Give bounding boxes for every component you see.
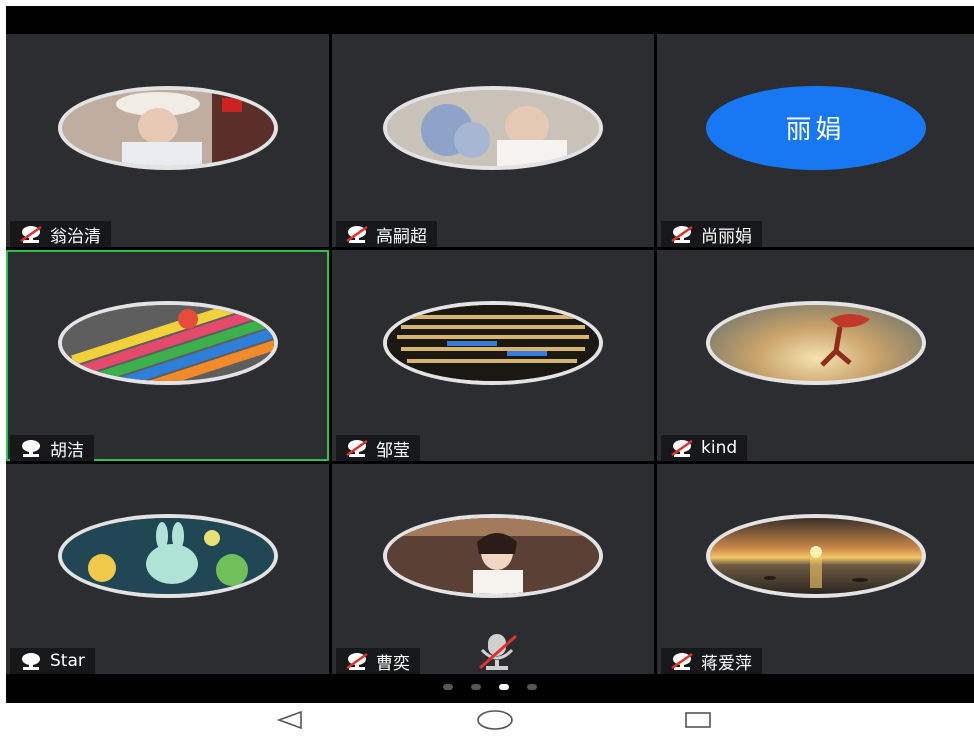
muted-mic-icon	[344, 224, 370, 244]
participant-name: Star	[50, 651, 85, 671]
participant-tile[interactable]: 丽娟 尚丽娟	[657, 34, 974, 247]
home-button[interactable]	[475, 709, 515, 731]
participant-name: 邹莹	[376, 440, 410, 461]
circle-home-icon	[477, 710, 513, 730]
participant-avatar	[57, 514, 278, 599]
pagination-bar	[6, 674, 974, 703]
square-recents-icon	[685, 712, 711, 728]
muted-mic-icon	[669, 438, 695, 458]
triangle-back-icon	[276, 710, 302, 730]
participant-avatar	[705, 300, 926, 385]
participant-name: 蒋爱萍	[701, 653, 752, 674]
mute-toggle-button[interactable]	[474, 632, 520, 672]
participant-tile[interactable]: 高嗣超	[332, 34, 654, 247]
mic-icon	[18, 438, 44, 458]
participant-label: 翁治清	[10, 221, 111, 247]
page-dot-current[interactable]	[499, 684, 509, 690]
recents-button[interactable]	[678, 709, 718, 731]
muted-mic-icon	[479, 634, 517, 670]
participant-tile[interactable]: Star	[6, 464, 329, 674]
muted-mic-icon	[18, 224, 44, 244]
participant-tile-active-speaker[interactable]: 胡洁	[6, 250, 329, 461]
participant-name: 翁治清	[50, 226, 101, 247]
participant-avatar	[383, 85, 603, 170]
participant-label: 邹莹	[336, 435, 420, 461]
muted-mic-icon	[669, 651, 695, 671]
page-dot[interactable]	[527, 684, 537, 690]
participant-name: 曹奕	[376, 653, 410, 674]
meeting-gallery: 翁治清 高嗣超 丽娟 尚丽娟 胡洁 邹莹 kind Star 曹奕 蒋爱萍	[6, 6, 974, 703]
participant-avatar	[383, 514, 603, 599]
participant-label: Star	[10, 648, 95, 674]
participant-name: 尚丽娟	[701, 226, 752, 247]
participant-name: kind	[701, 438, 738, 458]
back-button[interactable]	[270, 709, 310, 731]
text-avatar: 丽娟	[705, 85, 926, 170]
muted-mic-icon	[669, 224, 695, 244]
system-nav-bar	[0, 703, 974, 736]
participant-label: 蒋爱萍	[661, 648, 762, 674]
participant-tile[interactable]: 邹莹	[332, 250, 654, 461]
participant-label: 高嗣超	[336, 221, 437, 247]
participant-tile[interactable]: kind	[657, 250, 974, 461]
participant-name: 高嗣超	[376, 226, 427, 247]
participant-tile[interactable]: 翁治清	[6, 34, 329, 247]
page-indicator	[443, 684, 537, 690]
participant-avatar	[383, 300, 603, 385]
participant-avatar	[705, 514, 926, 599]
participant-label: kind	[661, 435, 748, 461]
participant-name: 胡洁	[50, 440, 84, 461]
mic-icon	[18, 651, 44, 671]
page-dot[interactable]	[443, 684, 453, 690]
participant-tile[interactable]: 蒋爱萍	[657, 464, 974, 674]
participant-label: 曹奕	[336, 648, 420, 674]
participant-label: 尚丽娟	[661, 221, 762, 247]
participant-avatar	[57, 300, 278, 385]
participant-label: 胡洁	[10, 435, 94, 461]
participant-avatar	[57, 85, 278, 170]
page-dot[interactable]	[471, 684, 481, 690]
muted-mic-icon	[344, 651, 370, 671]
muted-mic-icon	[344, 438, 370, 458]
